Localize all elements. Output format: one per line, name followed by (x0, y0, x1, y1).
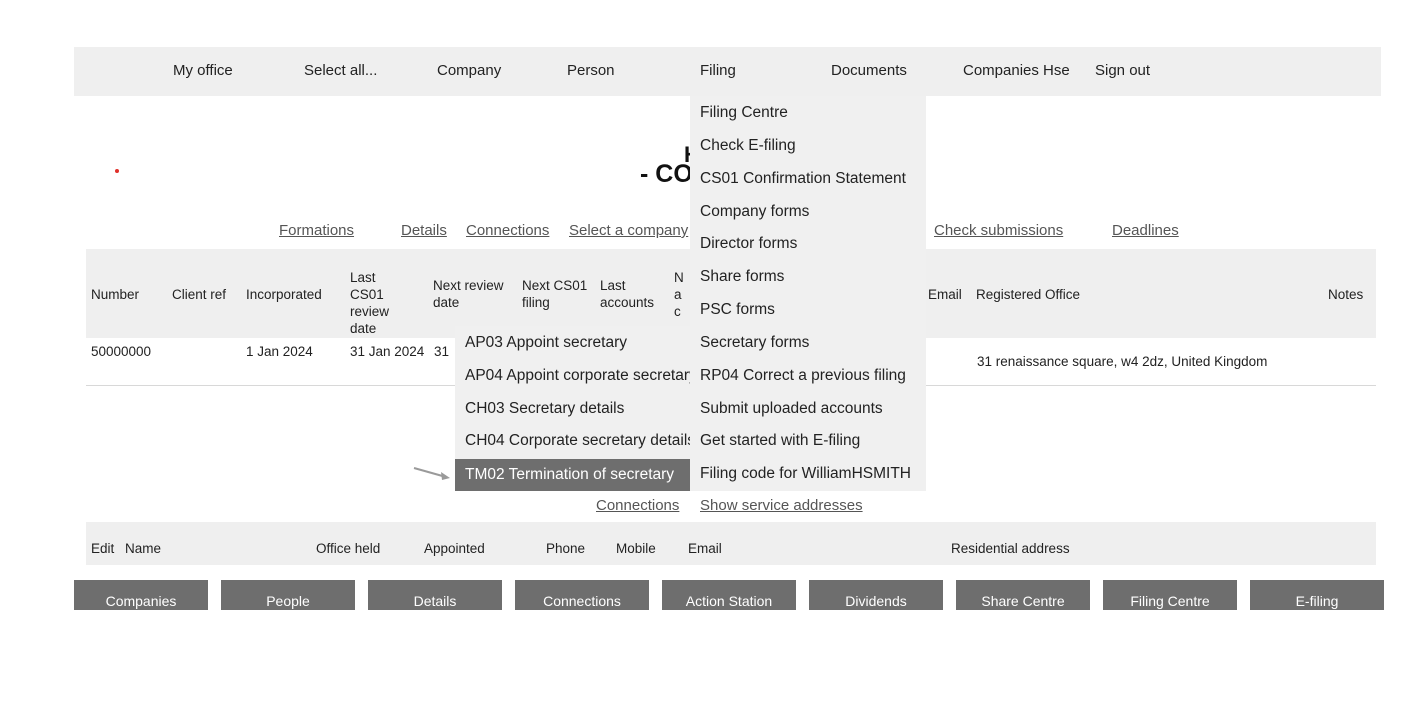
tab-people[interactable]: People (221, 580, 355, 610)
nav-company[interactable]: Company (437, 62, 501, 79)
menu-ch04[interactable]: CH04 Corporate secretary details (465, 432, 690, 450)
col-email[interactable]: Email (928, 286, 962, 303)
menu-filing-code[interactable]: Filing code for WilliamHSMITH (700, 465, 911, 483)
link-deadlines[interactable]: Deadlines (1112, 222, 1179, 239)
menu-tm02[interactable]: TM02 Termination of secretary (455, 459, 690, 491)
link-check-submissions[interactable]: Check submissions (934, 222, 1063, 239)
nav-sign-out[interactable]: Sign out (1095, 62, 1150, 79)
status-dot (115, 169, 119, 173)
menu-filing-centre[interactable]: Filing Centre (700, 104, 788, 122)
top-nav-bar: My office Select all... Company Person F… (74, 47, 1381, 96)
menu-rp04[interactable]: RP04 Correct a previous filing (700, 367, 906, 385)
link-details[interactable]: Details (401, 222, 447, 239)
cell-registered-office: 31 renaissance square, w4 2dz, United Ki… (977, 354, 1268, 369)
menu-company-forms[interactable]: Company forms (700, 203, 809, 221)
col-email-conn[interactable]: Email (688, 541, 722, 556)
col-office-held[interactable]: Office held (316, 541, 380, 556)
tab-companies[interactable]: Companies (74, 580, 208, 610)
col-residential-address[interactable]: Residential address (951, 541, 1070, 556)
link-formations[interactable]: Formations (279, 222, 354, 239)
nav-filing[interactable]: Filing (700, 62, 736, 79)
col-name[interactable]: Name (125, 541, 161, 556)
menu-submit-uploaded-accounts[interactable]: Submit uploaded accounts (700, 400, 883, 418)
col-client-ref[interactable]: Client ref (172, 286, 226, 303)
bottom-tab-bar: Companies People Details Connections Act… (74, 580, 1384, 610)
cell-last-cs01: 31 Jan 2024 (350, 344, 425, 359)
nav-documents[interactable]: Documents (831, 62, 907, 79)
secretary-forms-submenu: AP03 Appoint secretary AP04 Appoint corp… (455, 326, 690, 491)
connections-bar: Connections Show service addresses (86, 487, 1376, 522)
tab-connections[interactable]: Connections (515, 580, 649, 610)
link-connections-2[interactable]: Connections (596, 497, 679, 514)
nav-companies-house[interactable]: Companies Hse (963, 62, 1070, 79)
col-number[interactable]: Number (91, 286, 139, 303)
menu-cs01[interactable]: CS01 Confirmation Statement (700, 170, 906, 188)
cell-incorporated: 1 Jan 2024 (246, 344, 313, 359)
menu-ch03[interactable]: CH03 Secretary details (465, 400, 624, 418)
col-mobile[interactable]: Mobile (616, 541, 656, 556)
menu-director-forms[interactable]: Director forms (700, 235, 797, 253)
page-title-line2: - CO (640, 160, 693, 188)
menu-secretary-forms[interactable]: Secretary forms (700, 334, 809, 352)
tab-filing-centre[interactable]: Filing Centre (1103, 580, 1237, 610)
cell-number[interactable]: 50000000 (91, 344, 151, 359)
nav-select-all[interactable]: Select all... (304, 62, 377, 79)
col-next-review[interactable]: Next review date (433, 277, 515, 311)
col-next-accounts[interactable]: N a c (674, 269, 684, 320)
link-select-company[interactable]: Select a company (569, 222, 688, 239)
tab-action-station[interactable]: Action Station (662, 580, 796, 610)
col-phone[interactable]: Phone (546, 541, 585, 556)
nav-my-office[interactable]: My office (173, 62, 233, 79)
menu-psc-forms[interactable]: PSC forms (700, 301, 775, 319)
col-registered-office[interactable]: Registered Office (976, 286, 1080, 303)
col-next-cs01[interactable]: Next CS01 filing (522, 277, 592, 311)
tab-e-filing[interactable]: E-filing (1250, 580, 1384, 610)
tab-dividends[interactable]: Dividends (809, 580, 943, 610)
link-connections[interactable]: Connections (466, 222, 549, 239)
menu-check-e-filing[interactable]: Check E-filing (700, 137, 796, 155)
menu-share-forms[interactable]: Share forms (700, 268, 784, 286)
menu-ap04[interactable]: AP04 Appoint corporate secretary (465, 367, 690, 385)
cell-next-review: 31 (434, 344, 450, 359)
col-last-cs01[interactable]: Last CS01 review date (350, 269, 412, 337)
col-last-accounts[interactable]: Last accounts (600, 277, 662, 311)
connections-table-header: Edit Name Office held Appointed Phone Mo… (86, 522, 1376, 565)
menu-ap03[interactable]: AP03 Appoint secretary (465, 334, 627, 352)
filing-dropdown-menu: Filing Centre Check E-filing CS01 Confir… (690, 96, 926, 491)
col-edit[interactable]: Edit (91, 541, 114, 556)
pointer-arrow-icon (413, 467, 450, 480)
menu-get-started-e-filing[interactable]: Get started with E-filing (700, 432, 860, 450)
col-appointed[interactable]: Appointed (424, 541, 485, 556)
tab-details[interactable]: Details (368, 580, 502, 610)
col-notes[interactable]: Notes (1328, 286, 1363, 303)
link-show-service-addresses[interactable]: Show service addresses (700, 497, 863, 514)
nav-person[interactable]: Person (567, 62, 615, 79)
tab-share-centre[interactable]: Share Centre (956, 580, 1090, 610)
col-incorporated[interactable]: Incorporated (246, 286, 322, 303)
